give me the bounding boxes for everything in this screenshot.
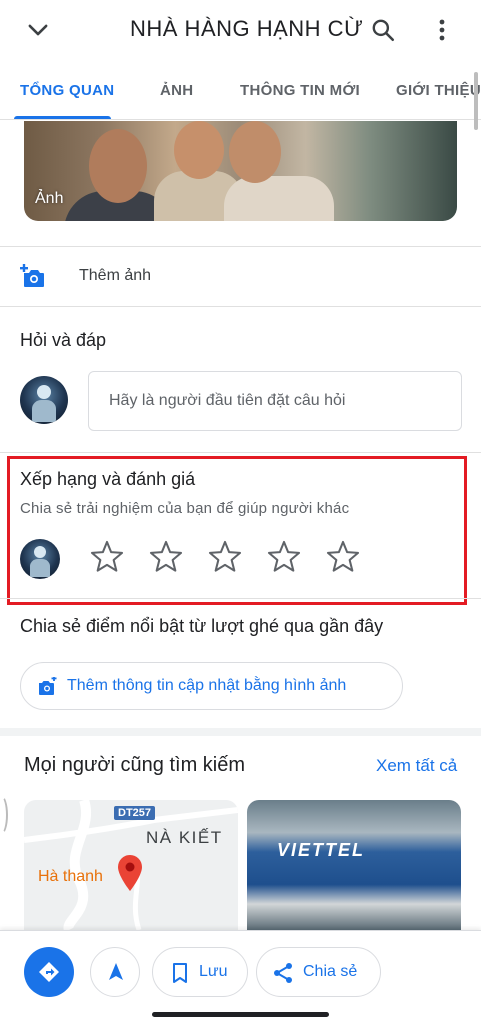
tab-overview[interactable]: TỔNG QUAN xyxy=(20,82,114,99)
tab-photos[interactable]: ẢNH xyxy=(160,82,193,99)
map-area-label: NÀ KIẾT xyxy=(146,828,223,847)
avatar-head xyxy=(37,385,51,399)
photo-person-face xyxy=(89,129,147,203)
question-input[interactable]: Hãy là người đầu tiên đặt câu hỏi xyxy=(88,371,462,431)
navigation-arrow-icon xyxy=(109,963,123,980)
qa-section-title: Hỏi và đáp xyxy=(20,330,107,350)
tab-bar: TỔNG QUAN ẢNH THÔNG TIN MỚI GIỚI THIỆU xyxy=(0,60,481,120)
add-photo-icon xyxy=(20,264,44,287)
map-card[interactable]: DT257 NÀ KIẾT Hà thanh xyxy=(24,800,238,930)
share-button[interactable]: Chia sẻ xyxy=(256,947,381,997)
photo-person-face xyxy=(174,121,224,179)
scrollbar[interactable] xyxy=(474,72,478,130)
save-button[interactable]: Lưu xyxy=(152,947,248,997)
see-all-link[interactable]: Xem tất cả xyxy=(376,756,457,776)
divider xyxy=(0,246,481,247)
home-indicator[interactable] xyxy=(152,1012,329,1017)
add-photo-label: Thêm ảnh xyxy=(79,267,152,284)
save-label: Lưu xyxy=(199,963,228,980)
app-header: NHÀ HÀNG HẠNH CỪ xyxy=(0,0,481,60)
page-title: NHÀ HÀNG HẠNH CỪ xyxy=(130,16,364,41)
map-place-label: Hà thanh xyxy=(38,868,103,885)
photo-label: Ảnh xyxy=(35,190,64,207)
search-icon[interactable] xyxy=(370,17,396,43)
add-photo-icon xyxy=(39,677,57,695)
divider xyxy=(0,598,481,599)
share-icon xyxy=(274,963,292,983)
map-pin-icon xyxy=(118,855,142,891)
add-photo-update-label: Thêm thông tin cập nhật bằng hình ảnh xyxy=(67,677,347,694)
start-navigation-button[interactable] xyxy=(90,947,140,997)
directions-button[interactable] xyxy=(24,947,74,997)
directions-icon xyxy=(39,962,59,982)
rating-highlight-box xyxy=(7,456,467,605)
question-placeholder: Hãy là người đầu tiên đặt câu hỏi xyxy=(109,392,346,409)
bookmark-icon xyxy=(173,963,187,983)
road-badge: DT257 xyxy=(114,806,156,820)
photo-thumbnail[interactable]: Ảnh xyxy=(24,121,457,221)
tab-updates[interactable]: THÔNG TIN MỚI xyxy=(240,82,360,99)
chevron-down-icon[interactable] xyxy=(24,16,52,44)
photo-person-body xyxy=(224,176,334,221)
tab-about[interactable]: GIỚI THIỆU xyxy=(396,82,481,99)
divider xyxy=(0,452,481,453)
shop-sign: VIETTEL xyxy=(277,840,366,860)
people-also-search-title: Mọi người cũng tìm kiếm xyxy=(24,754,246,776)
share-label: Chia sẻ xyxy=(303,963,358,980)
section-divider xyxy=(0,728,481,736)
shop-card[interactable]: VIETTEL xyxy=(247,800,461,930)
avatar-torso xyxy=(32,400,56,422)
edge-handle xyxy=(0,795,8,835)
add-photo-update-button[interactable]: Thêm thông tin cập nhật bằng hình ảnh xyxy=(20,662,403,710)
action-bar: Lưu Chia sẻ xyxy=(0,930,481,1024)
photo-person-face xyxy=(229,121,281,183)
avatar xyxy=(20,376,68,424)
divider xyxy=(0,306,481,307)
more-vert-icon[interactable] xyxy=(432,17,452,43)
active-tab-indicator xyxy=(14,116,111,119)
highlights-title: Chia sẻ điểm nổi bật từ lượt ghé qua gần… xyxy=(20,616,384,636)
